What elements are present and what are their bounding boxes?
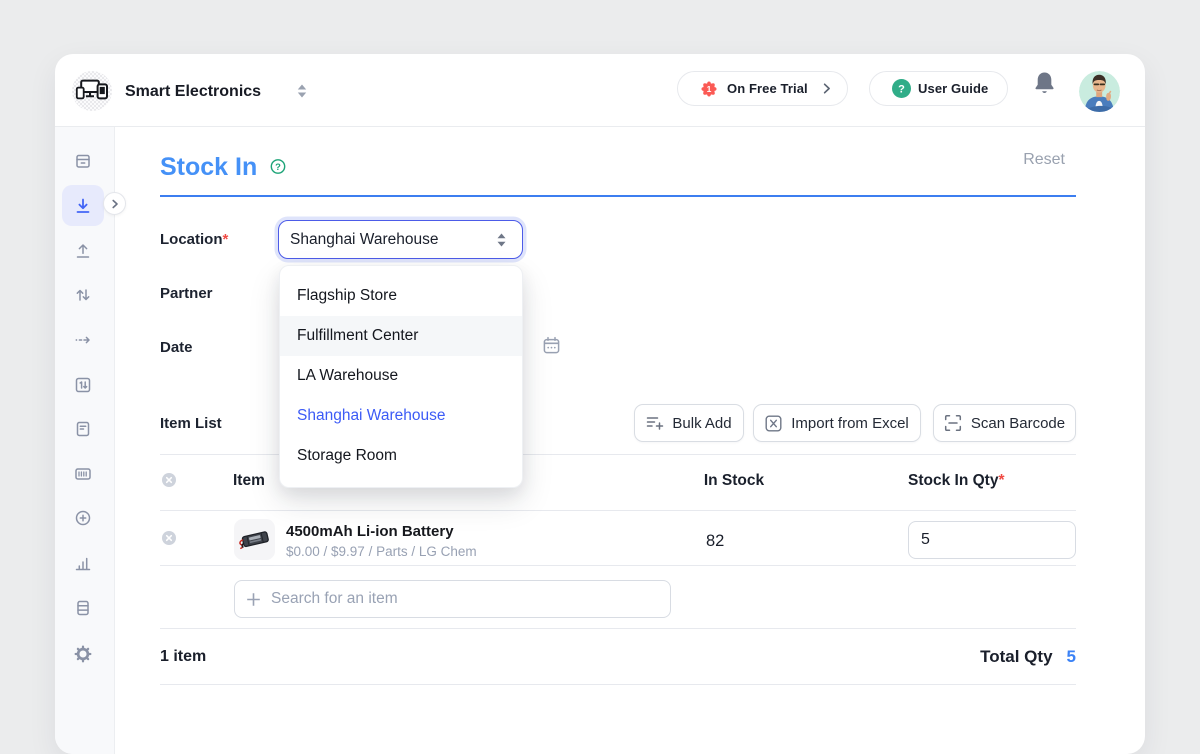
svg-text:?: ? [898, 83, 905, 95]
svg-text:?: ? [275, 160, 281, 171]
svg-text:1: 1 [707, 84, 712, 94]
